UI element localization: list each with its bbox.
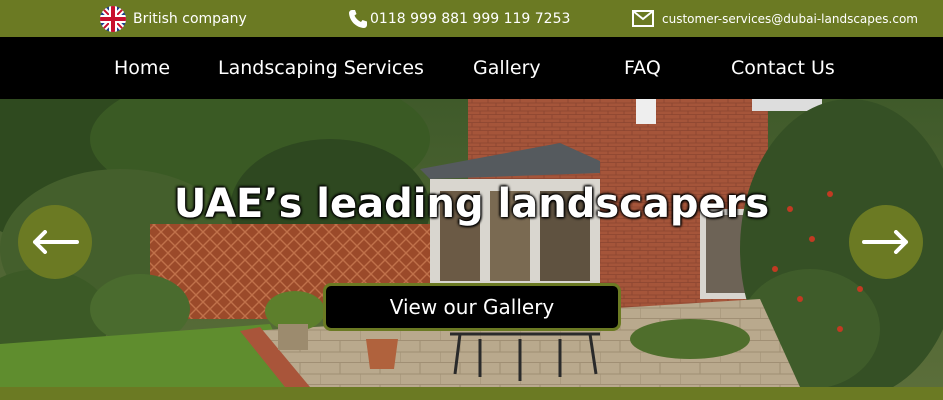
arrow-left-icon <box>33 230 79 254</box>
arrow-right-icon <box>862 230 908 254</box>
envelope-icon <box>632 10 654 27</box>
hero-garden-image <box>0 99 943 387</box>
email-address[interactable]: customer-services@dubai-landscapes.com <box>662 12 918 26</box>
nav-home[interactable]: Home <box>114 37 170 99</box>
company-label: British company <box>133 10 247 27</box>
hero-slider: UAE’s leading landscapers View our Galle… <box>0 99 943 387</box>
hero-title: UAE’s leading landscapers <box>173 181 770 227</box>
phone-number[interactable]: 0118 999 881 999 119 7253 <box>370 11 570 27</box>
phone-icon <box>348 9 368 29</box>
bottom-green-bar <box>0 387 943 400</box>
nav-landscaping-services[interactable]: Landscaping Services <box>218 37 424 99</box>
nav-contact-us[interactable]: Contact Us <box>731 37 835 99</box>
email-contact[interactable]: customer-services@dubai-landscapes.com <box>632 0 918 37</box>
nav-faq[interactable]: FAQ <box>624 37 661 99</box>
phone-contact[interactable]: 0118 999 881 999 119 7253 <box>348 0 570 37</box>
view-gallery-button[interactable]: View our Gallery <box>323 283 621 331</box>
nav-gallery[interactable]: Gallery <box>473 37 541 99</box>
top-info-bar: British company 0118 999 881 999 119 725… <box>0 0 943 37</box>
main-navigation: Home Landscaping Services Gallery FAQ Co… <box>0 37 943 99</box>
uk-flag-icon <box>99 5 127 33</box>
company-origin: British company <box>99 0 247 37</box>
